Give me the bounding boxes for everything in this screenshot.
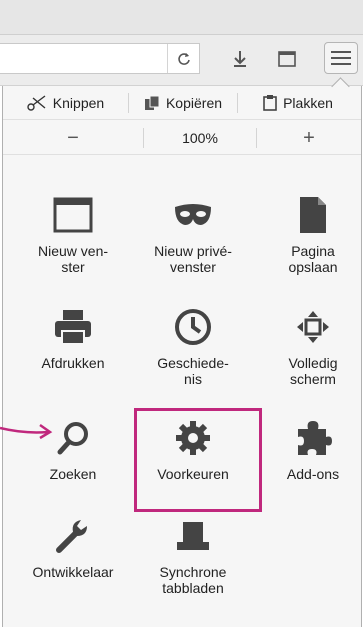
copy-label: Kopiëren	[165, 94, 223, 111]
zoom-in-button[interactable]: +	[257, 122, 361, 154]
printer-icon	[53, 307, 93, 347]
cut-button[interactable]: Knippen	[3, 86, 128, 119]
developer-label: Ontwikkelaar	[32, 564, 114, 580]
zoom-reset-button[interactable]: 100%	[144, 122, 256, 154]
zoom-controls-row: − 100% +	[3, 122, 361, 155]
print-button[interactable]: Afdrukken	[13, 307, 133, 371]
addons-label: Add-ons	[286, 466, 340, 482]
synced-tabs-button[interactable]: Synchrone tabbladen	[133, 516, 253, 596]
search-label: Zoeken	[49, 466, 97, 482]
url-bar[interactable]	[0, 43, 200, 74]
new-window-button[interactable]: Nieuw ven- ster	[13, 195, 133, 275]
print-label: Afdrukken	[41, 355, 105, 371]
fullscreen-button[interactable]: Volledig scherm	[253, 307, 363, 387]
copy-icon	[144, 95, 160, 110]
synced-tabs-icon	[173, 516, 213, 556]
synced-tabs-label: Synchrone tabbladen	[159, 564, 227, 596]
puzzle-icon	[293, 418, 333, 458]
new-window-icon	[53, 195, 93, 235]
annotation-arrow-icon	[0, 423, 53, 440]
hamburger-menu-button[interactable]	[324, 42, 358, 74]
addons-button[interactable]: Add-ons	[253, 418, 363, 482]
developer-button[interactable]: Ontwikkelaar	[13, 516, 133, 580]
reload-icon[interactable]	[167, 44, 200, 73]
sidebar-icon[interactable]	[272, 44, 302, 74]
download-icon[interactable]	[225, 44, 255, 74]
copy-button[interactable]: Kopiëren	[129, 86, 237, 119]
scissors-icon	[27, 94, 46, 111]
history-label: Geschiede- nis	[157, 355, 229, 387]
main-menu-panel: Knippen Kopiëren Plakken − 100% + Nieuw …	[2, 86, 362, 627]
save-page-icon	[293, 195, 333, 235]
edit-controls-row: Knippen Kopiëren Plakken	[3, 86, 361, 120]
history-clock-icon	[173, 307, 213, 347]
window-titlebar	[0, 0, 363, 35]
clipboard-icon	[263, 95, 277, 111]
fullscreen-icon	[293, 307, 333, 347]
private-mask-icon	[173, 195, 213, 235]
wrench-icon	[53, 516, 93, 556]
paste-label: Plakken	[283, 94, 333, 111]
history-button[interactable]: Geschiede- nis	[133, 307, 253, 387]
save-page-button[interactable]: Pagina opslaan	[253, 195, 363, 275]
cut-label: Knippen	[52, 94, 105, 111]
fullscreen-label: Volledig scherm	[288, 355, 338, 387]
private-window-button[interactable]: Nieuw privé- venster	[133, 195, 253, 275]
navigation-toolbar	[0, 35, 363, 86]
private-window-label: Nieuw privé- venster	[154, 243, 232, 275]
zoom-out-button[interactable]: −	[3, 122, 143, 154]
save-page-label: Pagina opslaan	[288, 243, 338, 275]
preferences-highlight-box	[134, 408, 262, 512]
new-window-label: Nieuw ven- ster	[37, 243, 109, 275]
